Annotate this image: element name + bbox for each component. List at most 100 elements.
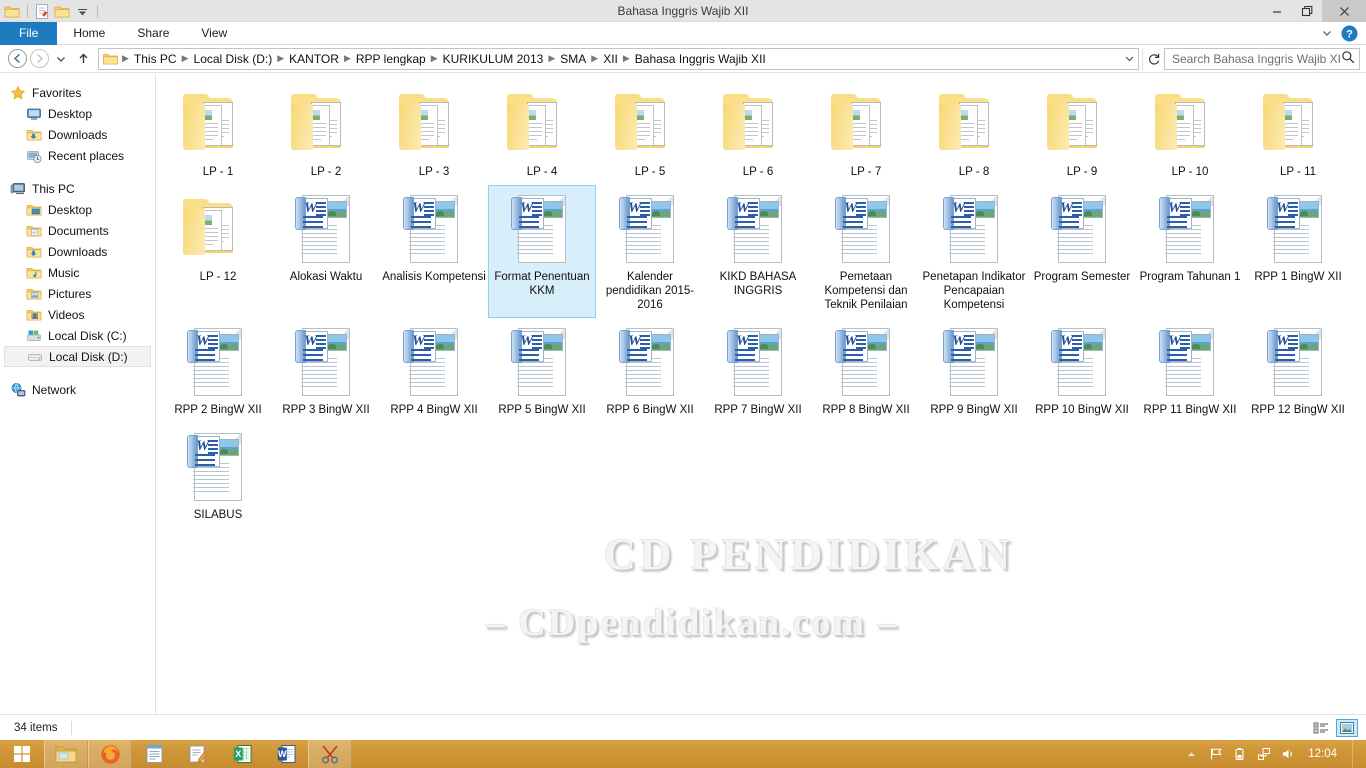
file-item[interactable]: W Kalender pendidikan 2015-2016 bbox=[596, 185, 704, 318]
taskbar-snipping-tool[interactable] bbox=[308, 740, 352, 768]
folder-item[interactable]: LP - 9 bbox=[1028, 80, 1136, 185]
sidebar-item-downloads-fav[interactable]: Downloads bbox=[0, 124, 155, 145]
sidebar-item-downloads[interactable]: Downloads bbox=[0, 241, 155, 262]
crumb-rpp-lengkap[interactable]: RPP lengkap bbox=[353, 48, 429, 70]
tab-file[interactable]: File bbox=[0, 22, 58, 45]
chevron-up-icon[interactable] bbox=[1184, 747, 1199, 762]
file-item[interactable]: W Penetapan Indikator Pencapaian Kompete… bbox=[920, 185, 1028, 318]
sidebar-item-local-disk-c[interactable]: Local Disk (C:) bbox=[0, 325, 155, 346]
folder-item[interactable]: LP - 4 bbox=[488, 80, 596, 185]
folder-item[interactable]: LP - 6 bbox=[704, 80, 812, 185]
tab-view[interactable]: View bbox=[185, 22, 243, 45]
file-item[interactable]: W RPP 7 BingW XII bbox=[704, 318, 812, 423]
crumb-separator[interactable]: ▶ bbox=[429, 53, 440, 64]
file-list-area[interactable]: LP - 1 LP - 2 LP - 3 LP - 4 LP - 5 LP - … bbox=[156, 74, 1366, 714]
folder-item[interactable]: LP - 3 bbox=[380, 80, 488, 185]
navigation-pane[interactable]: Favorites Desktop Downloads Recent place… bbox=[0, 74, 156, 714]
file-item[interactable]: W RPP 12 BingW XII bbox=[1244, 318, 1352, 423]
file-item[interactable]: W RPP 9 BingW XII bbox=[920, 318, 1028, 423]
file-item[interactable]: W RPP 11 BingW XII bbox=[1136, 318, 1244, 423]
folder-item[interactable]: LP - 7 bbox=[812, 80, 920, 185]
folder-item[interactable]: LP - 12 bbox=[164, 185, 272, 318]
sidebar-group-favorites[interactable]: Favorites bbox=[0, 82, 155, 103]
file-item[interactable]: W RPP 5 BingW XII bbox=[488, 318, 596, 423]
breadcrumb-bar[interactable]: ▶ This PC ▶ Local Disk (D:) ▶ KANTOR ▶ R… bbox=[98, 47, 1139, 70]
restore-button[interactable] bbox=[1292, 0, 1322, 22]
recent-locations-button[interactable] bbox=[50, 48, 72, 70]
network-icon[interactable] bbox=[1256, 747, 1271, 762]
search-icon[interactable] bbox=[1341, 50, 1355, 67]
crumb-separator[interactable]: ▶ bbox=[589, 53, 600, 64]
file-item[interactable]: W Program Tahunan 1 bbox=[1136, 185, 1244, 318]
taskbar-file-explorer[interactable] bbox=[44, 740, 88, 768]
file-item[interactable]: W Program Semester bbox=[1028, 185, 1136, 318]
crumb-sma[interactable]: SMA bbox=[557, 48, 589, 70]
folder-item[interactable]: LP - 5 bbox=[596, 80, 704, 185]
taskbar-wordpad[interactable] bbox=[176, 740, 220, 768]
crumb-separator[interactable]: ▶ bbox=[275, 53, 286, 64]
search-input[interactable]: Search Bahasa Inggris Wajib XII bbox=[1164, 47, 1360, 70]
taskbar-word[interactable]: W bbox=[264, 740, 308, 768]
show-desktop-button[interactable] bbox=[1352, 740, 1360, 768]
file-item[interactable]: W Analisis Kompetensi bbox=[380, 185, 488, 318]
file-item[interactable]: W RPP 2 BingW XII bbox=[164, 318, 272, 423]
crumb-separator[interactable]: ▶ bbox=[180, 53, 191, 64]
crumb-xii[interactable]: XII bbox=[600, 48, 621, 70]
file-item[interactable]: W RPP 10 BingW XII bbox=[1028, 318, 1136, 423]
chevron-down-icon[interactable] bbox=[1320, 26, 1334, 40]
battery-icon[interactable] bbox=[1232, 747, 1247, 762]
file-item[interactable]: W RPP 8 BingW XII bbox=[812, 318, 920, 423]
file-item[interactable]: W Alokasi Waktu bbox=[272, 185, 380, 318]
file-item[interactable]: W Pemetaan Kompetensi dan Teknik Penilai… bbox=[812, 185, 920, 318]
file-item[interactable]: W Format Penentuan KKM bbox=[488, 185, 596, 318]
back-button[interactable] bbox=[6, 48, 28, 70]
minimize-button[interactable] bbox=[1262, 0, 1292, 22]
sidebar-group-this-pc[interactable]: This PC bbox=[0, 178, 155, 199]
folder-item[interactable]: LP - 2 bbox=[272, 80, 380, 185]
folder-item[interactable]: LP - 1 bbox=[164, 80, 272, 185]
sidebar-item-music[interactable]: Music bbox=[0, 262, 155, 283]
crumb-this-pc[interactable]: This PC bbox=[131, 48, 180, 70]
flag-icon[interactable] bbox=[1208, 747, 1223, 762]
file-item[interactable]: W SILABUS bbox=[164, 423, 272, 528]
crumb-separator[interactable]: ▶ bbox=[621, 53, 632, 64]
taskbar-excel[interactable]: X bbox=[220, 740, 264, 768]
sidebar-item-desktop-fav[interactable]: Desktop bbox=[0, 103, 155, 124]
crumb-current-folder[interactable]: Bahasa Inggris Wajib XII bbox=[632, 48, 769, 70]
sidebar-item-recent-places[interactable]: Recent places bbox=[0, 145, 155, 166]
details-view-button[interactable] bbox=[1310, 719, 1332, 737]
close-button[interactable] bbox=[1322, 0, 1366, 22]
file-item[interactable]: W RPP 6 BingW XII bbox=[596, 318, 704, 423]
sidebar-item-pictures[interactable]: Pictures bbox=[0, 283, 155, 304]
folder-item[interactable]: LP - 11 bbox=[1244, 80, 1352, 185]
crumb-local-disk-d[interactable]: Local Disk (D:) bbox=[191, 48, 276, 70]
crumb-kantor[interactable]: KANTOR bbox=[286, 48, 342, 70]
folder-item[interactable]: LP - 8 bbox=[920, 80, 1028, 185]
file-item[interactable]: W RPP 4 BingW XII bbox=[380, 318, 488, 423]
up-button[interactable] bbox=[72, 48, 94, 70]
address-dropdown-icon[interactable] bbox=[1121, 49, 1138, 69]
crumb-separator[interactable]: ▶ bbox=[342, 53, 353, 64]
sidebar-item-videos[interactable]: Videos bbox=[0, 304, 155, 325]
sidebar-item-desktop[interactable]: Desktop bbox=[0, 199, 155, 220]
folder-item[interactable]: LP - 10 bbox=[1136, 80, 1244, 185]
taskbar-clock[interactable]: 12:04 bbox=[1304, 748, 1343, 760]
help-icon[interactable]: ? bbox=[1341, 25, 1358, 42]
sidebar-item-documents[interactable]: Documents bbox=[0, 220, 155, 241]
forward-button[interactable] bbox=[28, 48, 50, 70]
taskbar-notepad[interactable] bbox=[132, 740, 176, 768]
file-item[interactable]: W RPP 3 BingW XII bbox=[272, 318, 380, 423]
refresh-button[interactable] bbox=[1142, 47, 1164, 70]
file-item[interactable]: W KIKD BAHASA INGGRIS bbox=[704, 185, 812, 318]
tab-home[interactable]: Home bbox=[57, 22, 121, 45]
file-item[interactable]: W RPP 1 BingW XII bbox=[1244, 185, 1352, 318]
crumb-separator[interactable]: ▶ bbox=[546, 53, 557, 64]
crumb-kurikulum-2013[interactable]: KURIKULUM 2013 bbox=[440, 48, 547, 70]
windows-start-icon[interactable] bbox=[0, 740, 44, 768]
tab-share[interactable]: Share bbox=[121, 22, 185, 45]
sidebar-item-local-disk-d[interactable]: Local Disk (D:) bbox=[4, 346, 151, 367]
large-icons-view-button[interactable] bbox=[1336, 719, 1358, 737]
taskbar-firefox[interactable] bbox=[88, 740, 132, 768]
speaker-icon[interactable] bbox=[1280, 747, 1295, 762]
sidebar-group-network[interactable]: Network bbox=[0, 379, 155, 400]
